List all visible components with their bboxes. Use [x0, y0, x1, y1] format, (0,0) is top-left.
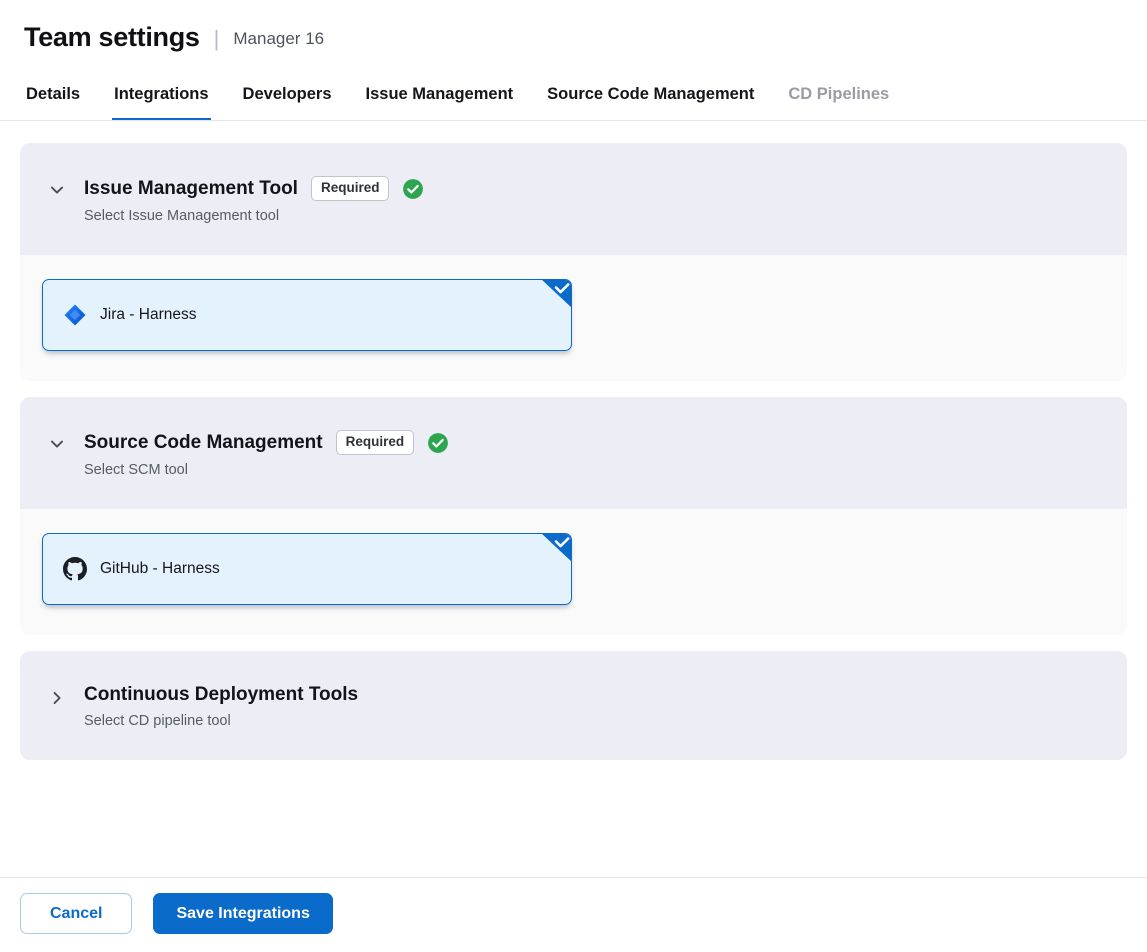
option-label: GitHub - Harness [100, 560, 220, 578]
section-title: Continuous Deployment Tools [84, 684, 358, 706]
cancel-button[interactable]: Cancel [20, 893, 132, 934]
option-card-github[interactable]: GitHub - Harness [42, 533, 572, 605]
section-subtitle: Select Issue Management tool [84, 208, 424, 224]
section-subtitle: Select SCM tool [84, 462, 449, 478]
section-title: Issue Management Tool [84, 178, 298, 200]
github-icon [63, 557, 87, 581]
section-source-code-management: Source Code Management Required Select S… [20, 397, 1127, 635]
footer-action-bar: Cancel Save Integrations [0, 877, 1147, 952]
tab-source-code-management[interactable]: Source Code Management [545, 69, 756, 120]
selected-check-icon [541, 533, 572, 562]
tab-details[interactable]: Details [24, 69, 82, 120]
check-circle-icon [402, 178, 424, 200]
tab-integrations[interactable]: Integrations [112, 69, 210, 120]
title-separator: | [214, 26, 220, 52]
required-badge: Required [311, 176, 390, 201]
option-label: Jira - Harness [100, 306, 196, 324]
section-header-text: Source Code Management Required Select S… [84, 430, 449, 478]
section-header-text: Issue Management Tool Required Select Is… [84, 176, 424, 224]
section-cd-tools: Continuous Deployment Tools Select CD pi… [20, 651, 1127, 760]
chevron-down-icon [48, 181, 66, 199]
check-circle-icon [427, 432, 449, 454]
selected-check-icon [541, 279, 572, 308]
team-name: Manager 16 [233, 29, 324, 49]
tab-cd-pipelines: CD Pipelines [786, 69, 891, 120]
section-header-scm[interactable]: Source Code Management Required Select S… [20, 397, 1127, 509]
page-header: Team settings | Manager 16 [0, 0, 1147, 69]
chevron-right-icon [48, 689, 66, 707]
required-badge: Required [336, 430, 415, 455]
page-title: Team settings [24, 22, 200, 53]
tab-issue-management[interactable]: Issue Management [364, 69, 516, 120]
section-title: Source Code Management [84, 432, 323, 454]
chevron-down-icon [48, 435, 66, 453]
section-header-text: Continuous Deployment Tools Select CD pi… [84, 684, 358, 729]
section-header-issue-management[interactable]: Issue Management Tool Required Select Is… [20, 143, 1127, 255]
tab-developers[interactable]: Developers [241, 69, 334, 120]
option-card-jira[interactable]: Jira - Harness [42, 279, 572, 351]
section-body-scm: GitHub - Harness [20, 509, 1127, 635]
section-issue-management: Issue Management Tool Required Select Is… [20, 143, 1127, 381]
section-subtitle: Select CD pipeline tool [84, 713, 358, 729]
section-body-issue-management: Jira - Harness [20, 255, 1127, 381]
tab-bar: Details Integrations Developers Issue Ma… [0, 69, 1147, 121]
section-header-cd-tools[interactable]: Continuous Deployment Tools Select CD pi… [20, 651, 1127, 760]
save-integrations-button[interactable]: Save Integrations [153, 893, 332, 934]
jira-icon [63, 303, 87, 327]
integrations-content: Issue Management Tool Required Select Is… [0, 121, 1147, 877]
